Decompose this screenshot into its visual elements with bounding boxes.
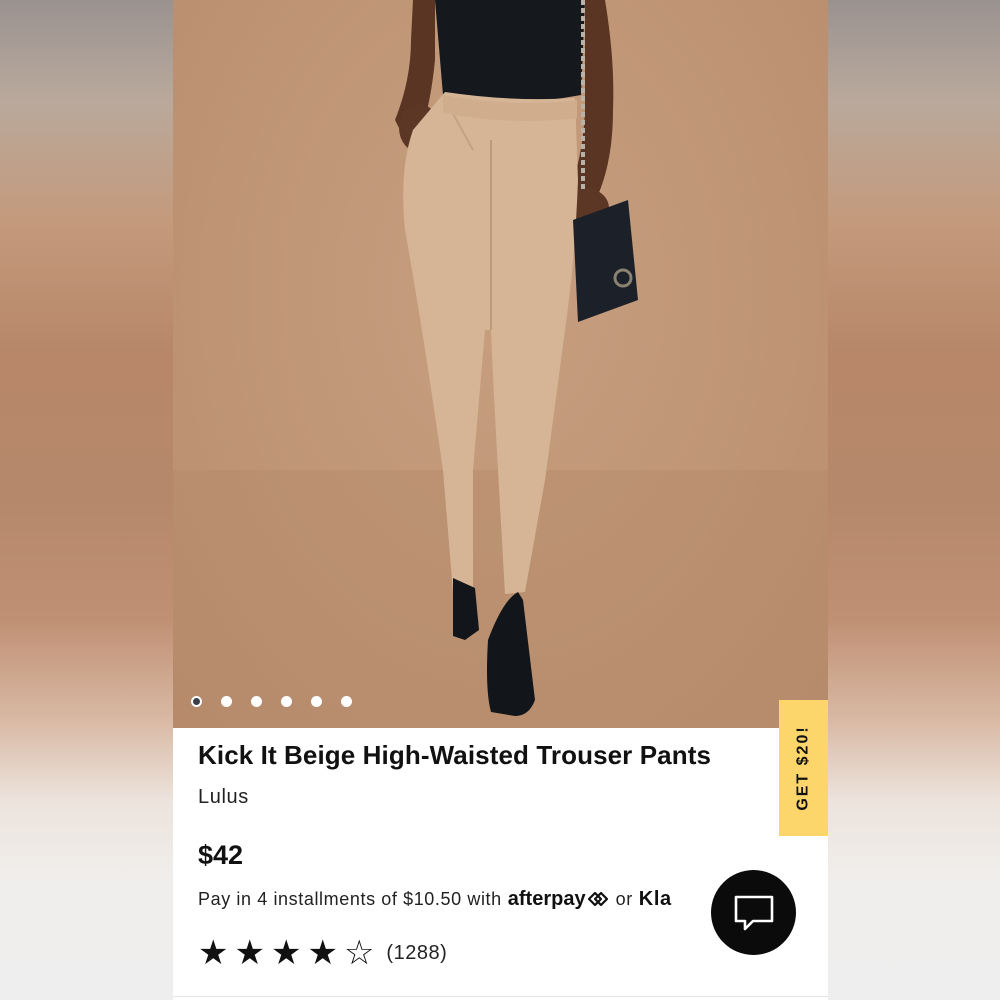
product-title: Kick It Beige High-Waisted Trouser Pants [198, 740, 712, 770]
star-filled-icon: ★ [270, 934, 302, 972]
gallery-dot-6[interactable] [341, 696, 352, 707]
afterpay-loop-icon [587, 891, 608, 907]
gallery-dot-4[interactable] [281, 696, 292, 707]
star-filled-icon: ★ [234, 934, 265, 972]
product-image[interactable] [173, 0, 828, 728]
afterpay-logo[interactable]: afterpay [508, 888, 610, 911]
star-filled-icon: ★ [307, 934, 338, 972]
blurred-background-left [0, 0, 173, 1000]
star-filled-icon: ★ [198, 934, 229, 972]
product-brand[interactable]: Lulus [198, 786, 249, 809]
product-page: Kick It Beige High-Waisted Trouser Pants… [173, 0, 828, 1000]
afterpay-wordmark: afterpay [507, 888, 586, 910]
divider [173, 996, 828, 997]
promo-label: GET $20! [794, 725, 812, 811]
gallery-dot-3[interactable] [251, 696, 262, 707]
gallery-dot-1[interactable] [191, 696, 202, 707]
gallery-dot-5[interactable] [311, 696, 322, 707]
star-outline-icon: ☆ [343, 934, 375, 972]
installment-info: Pay in 4 installments of $10.50 with aft… [198, 888, 672, 911]
blurred-background-right [828, 0, 1000, 1000]
gallery-pagination [191, 696, 352, 707]
chat-bubble-icon [734, 895, 773, 930]
get-20-promo-tab[interactable]: GET $20! [779, 700, 828, 836]
product-rating[interactable]: ★ ★ ★ ★ ☆ (1288) [198, 936, 447, 970]
or-text: or [615, 889, 633, 909]
model-photo [173, 0, 828, 728]
installment-text: Pay in 4 installments of $10.50 with [198, 889, 502, 909]
review-count[interactable]: (1288) [386, 942, 447, 965]
gallery-dot-2[interactable] [221, 696, 232, 707]
product-price: $42 [198, 840, 244, 870]
klarna-logo[interactable]: Kla [639, 888, 672, 911]
chat-button[interactable] [711, 870, 796, 955]
